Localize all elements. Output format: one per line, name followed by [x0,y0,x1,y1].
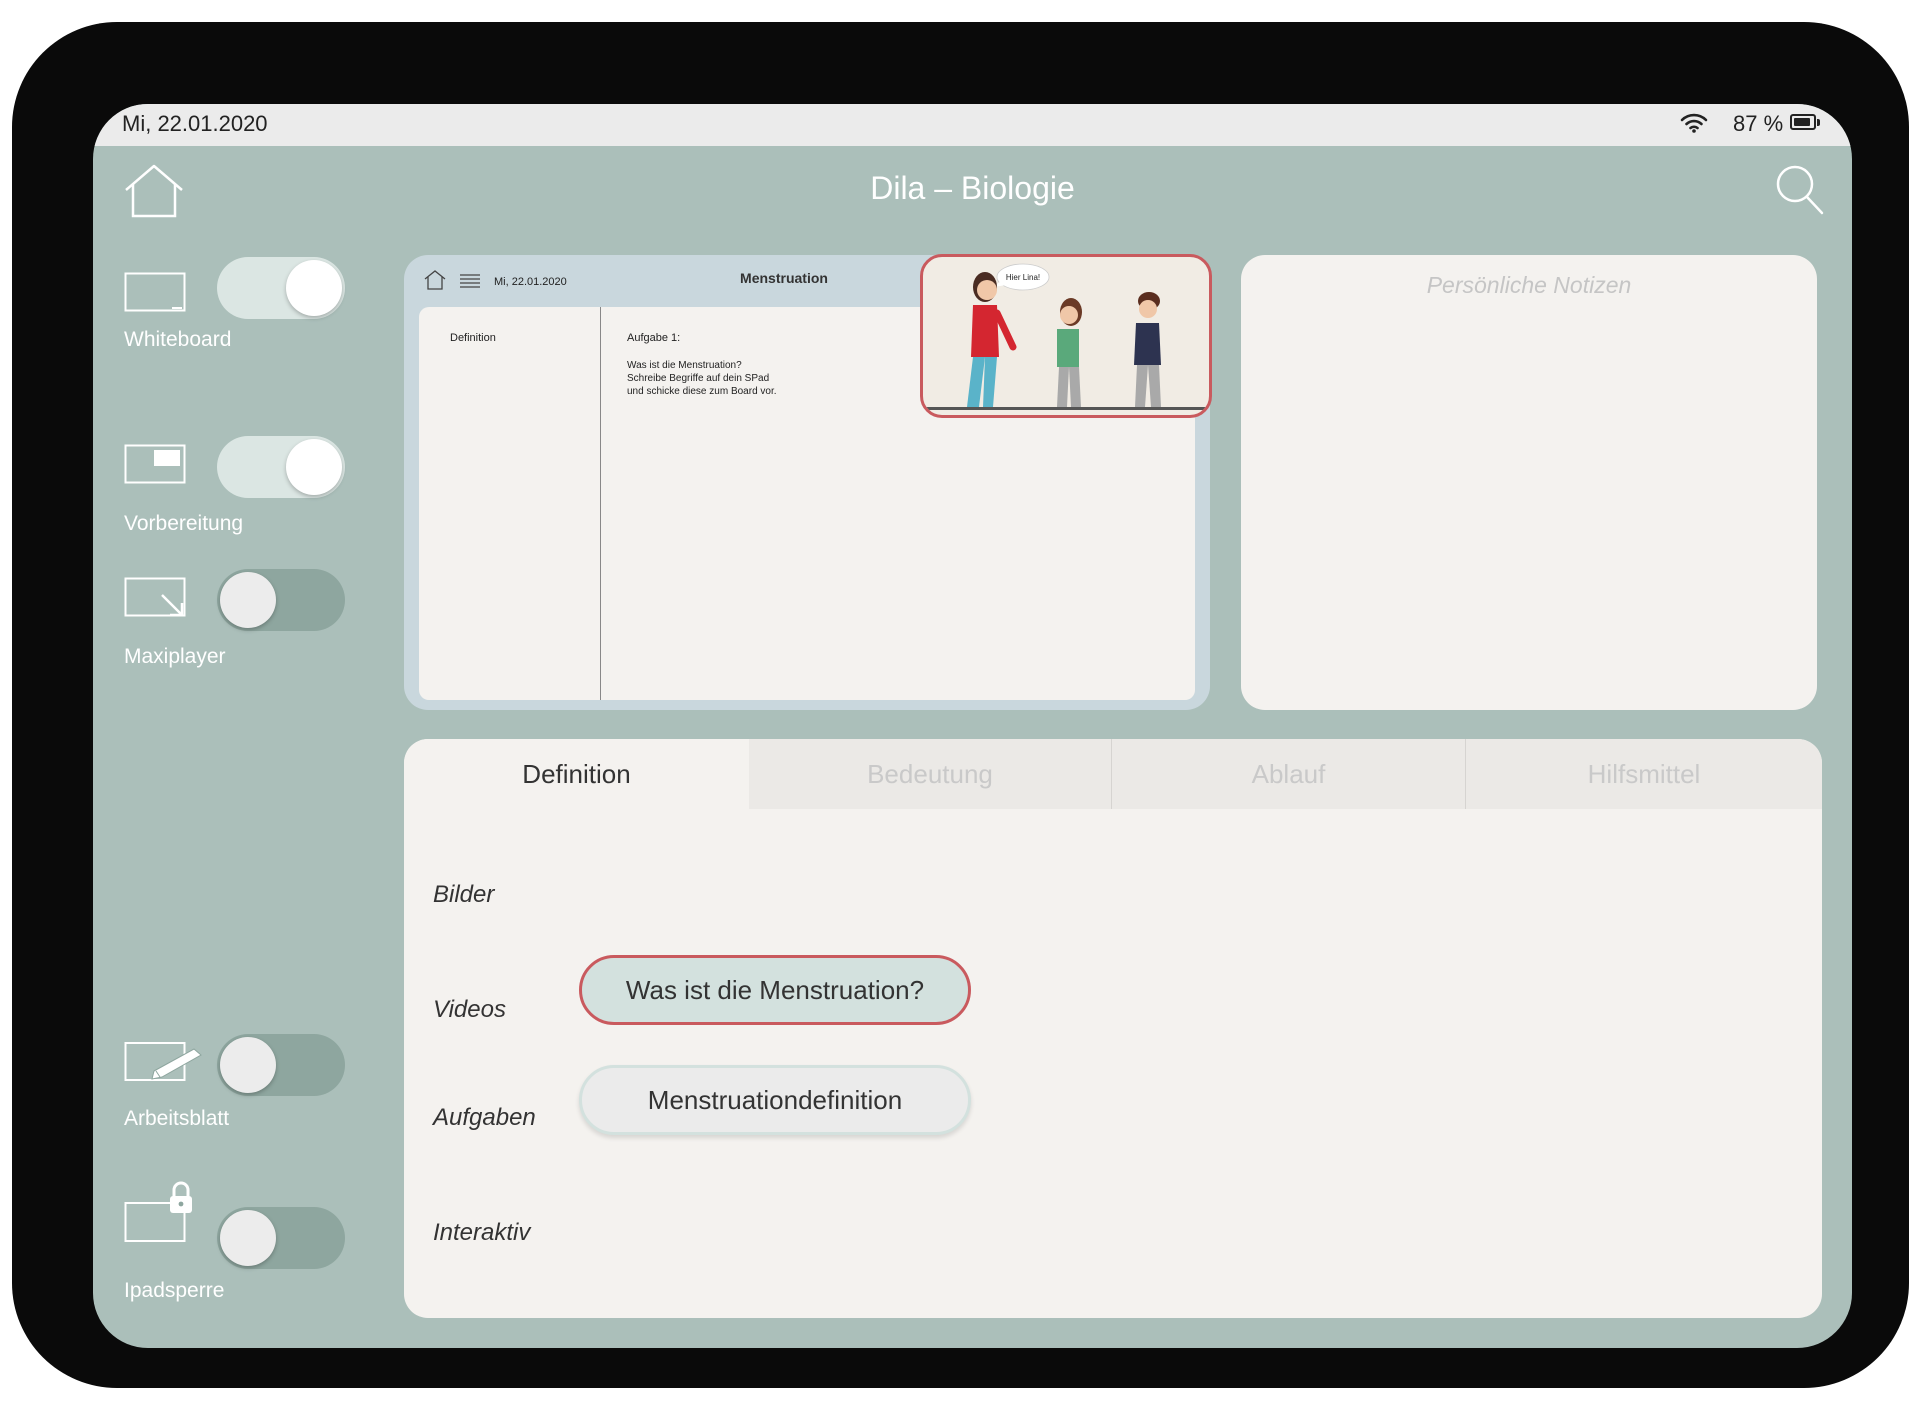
sidebar-item-label: Whiteboard [124,328,232,351]
vorbereitung-toggle[interactable] [217,436,345,498]
tab-definition[interactable]: Definition [404,739,749,809]
tab-ablauf[interactable]: Ablauf [1112,739,1465,809]
preview-task-line: Was ist die Menstruation? [627,360,742,371]
aufgaben-label: Aufgaben [433,1104,536,1131]
home-icon [424,270,446,290]
sidebar-item-label: Maxiplayer [124,645,226,668]
preview-date: Mi, 22.01.2020 [494,276,567,288]
task-button[interactable]: Menstruationdefinition [579,1065,971,1135]
notes-placeholder: Persönliche Notizen [1426,272,1632,298]
ipad-lock-icon [124,1181,192,1242]
content-panel: Definition Bedeutung Ablauf Hilfsmittel … [404,739,1822,1318]
mini-video-player[interactable]: Hier Lina! [920,254,1212,418]
worksheet-pen-icon [124,1042,202,1081]
screen: Mi, 22.01.2020 87 % Dila – Biologie Whit… [93,104,1852,1348]
maximize-icon [124,577,186,617]
battery-percentage: 87 % [1733,111,1784,136]
page-title: Dila – Biologie [870,170,1075,206]
ipad-frame: Mi, 22.01.2020 87 % Dila – Biologie Whit… [12,22,1909,1388]
maxiplayer-toggle[interactable] [217,569,345,631]
sidebar-item-label: Vorbereitung [124,512,244,535]
status-bar: Mi, 22.01.2020 87 % [93,104,1852,146]
video-button[interactable]: Was ist die Menstruation? [579,955,971,1025]
sidebar-item-label: Arbeitsblatt [124,1107,230,1130]
videos-label: Videos [433,996,506,1023]
status-date: Mi, 22.01.2020 [122,111,268,136]
preview-task-line: und schicke diese zum Board vor. [627,386,777,397]
menu-icon [460,274,480,288]
arbeitsblatt-toggle[interactable] [217,1034,345,1096]
wifi-icon [1680,113,1708,133]
personal-notes-area[interactable]: Persönliche Notizen [1241,255,1817,710]
search-icon[interactable] [1775,164,1825,216]
battery-icon [1790,114,1816,130]
bilder-label: Bilder [433,881,495,908]
speech-bubble-text: Hier Lina! [1006,273,1040,282]
tab-hilfsmittel[interactable]: Hilfsmittel [1466,739,1822,809]
preview-title: Menstruation [740,270,828,286]
tab-bedeutung[interactable]: Bedeutung [749,739,1111,809]
sidebar-item-label: Ipadsperre [124,1279,225,1302]
ipadsperre-toggle[interactable] [217,1207,345,1269]
whiteboard-toggle[interactable] [217,257,345,319]
preparation-screen-icon [124,444,186,484]
video-thumbnail: Hier Lina! [923,263,1209,410]
preview-task-title: Aufgabe 1: [627,332,681,344]
interaktiv-label: Interaktiv [433,1219,531,1246]
whiteboard-icon [124,272,186,312]
preview-task-line: Schreibe Begriffe auf dein SPad [627,373,770,384]
preview-sidebar-label: Definition [450,332,496,344]
